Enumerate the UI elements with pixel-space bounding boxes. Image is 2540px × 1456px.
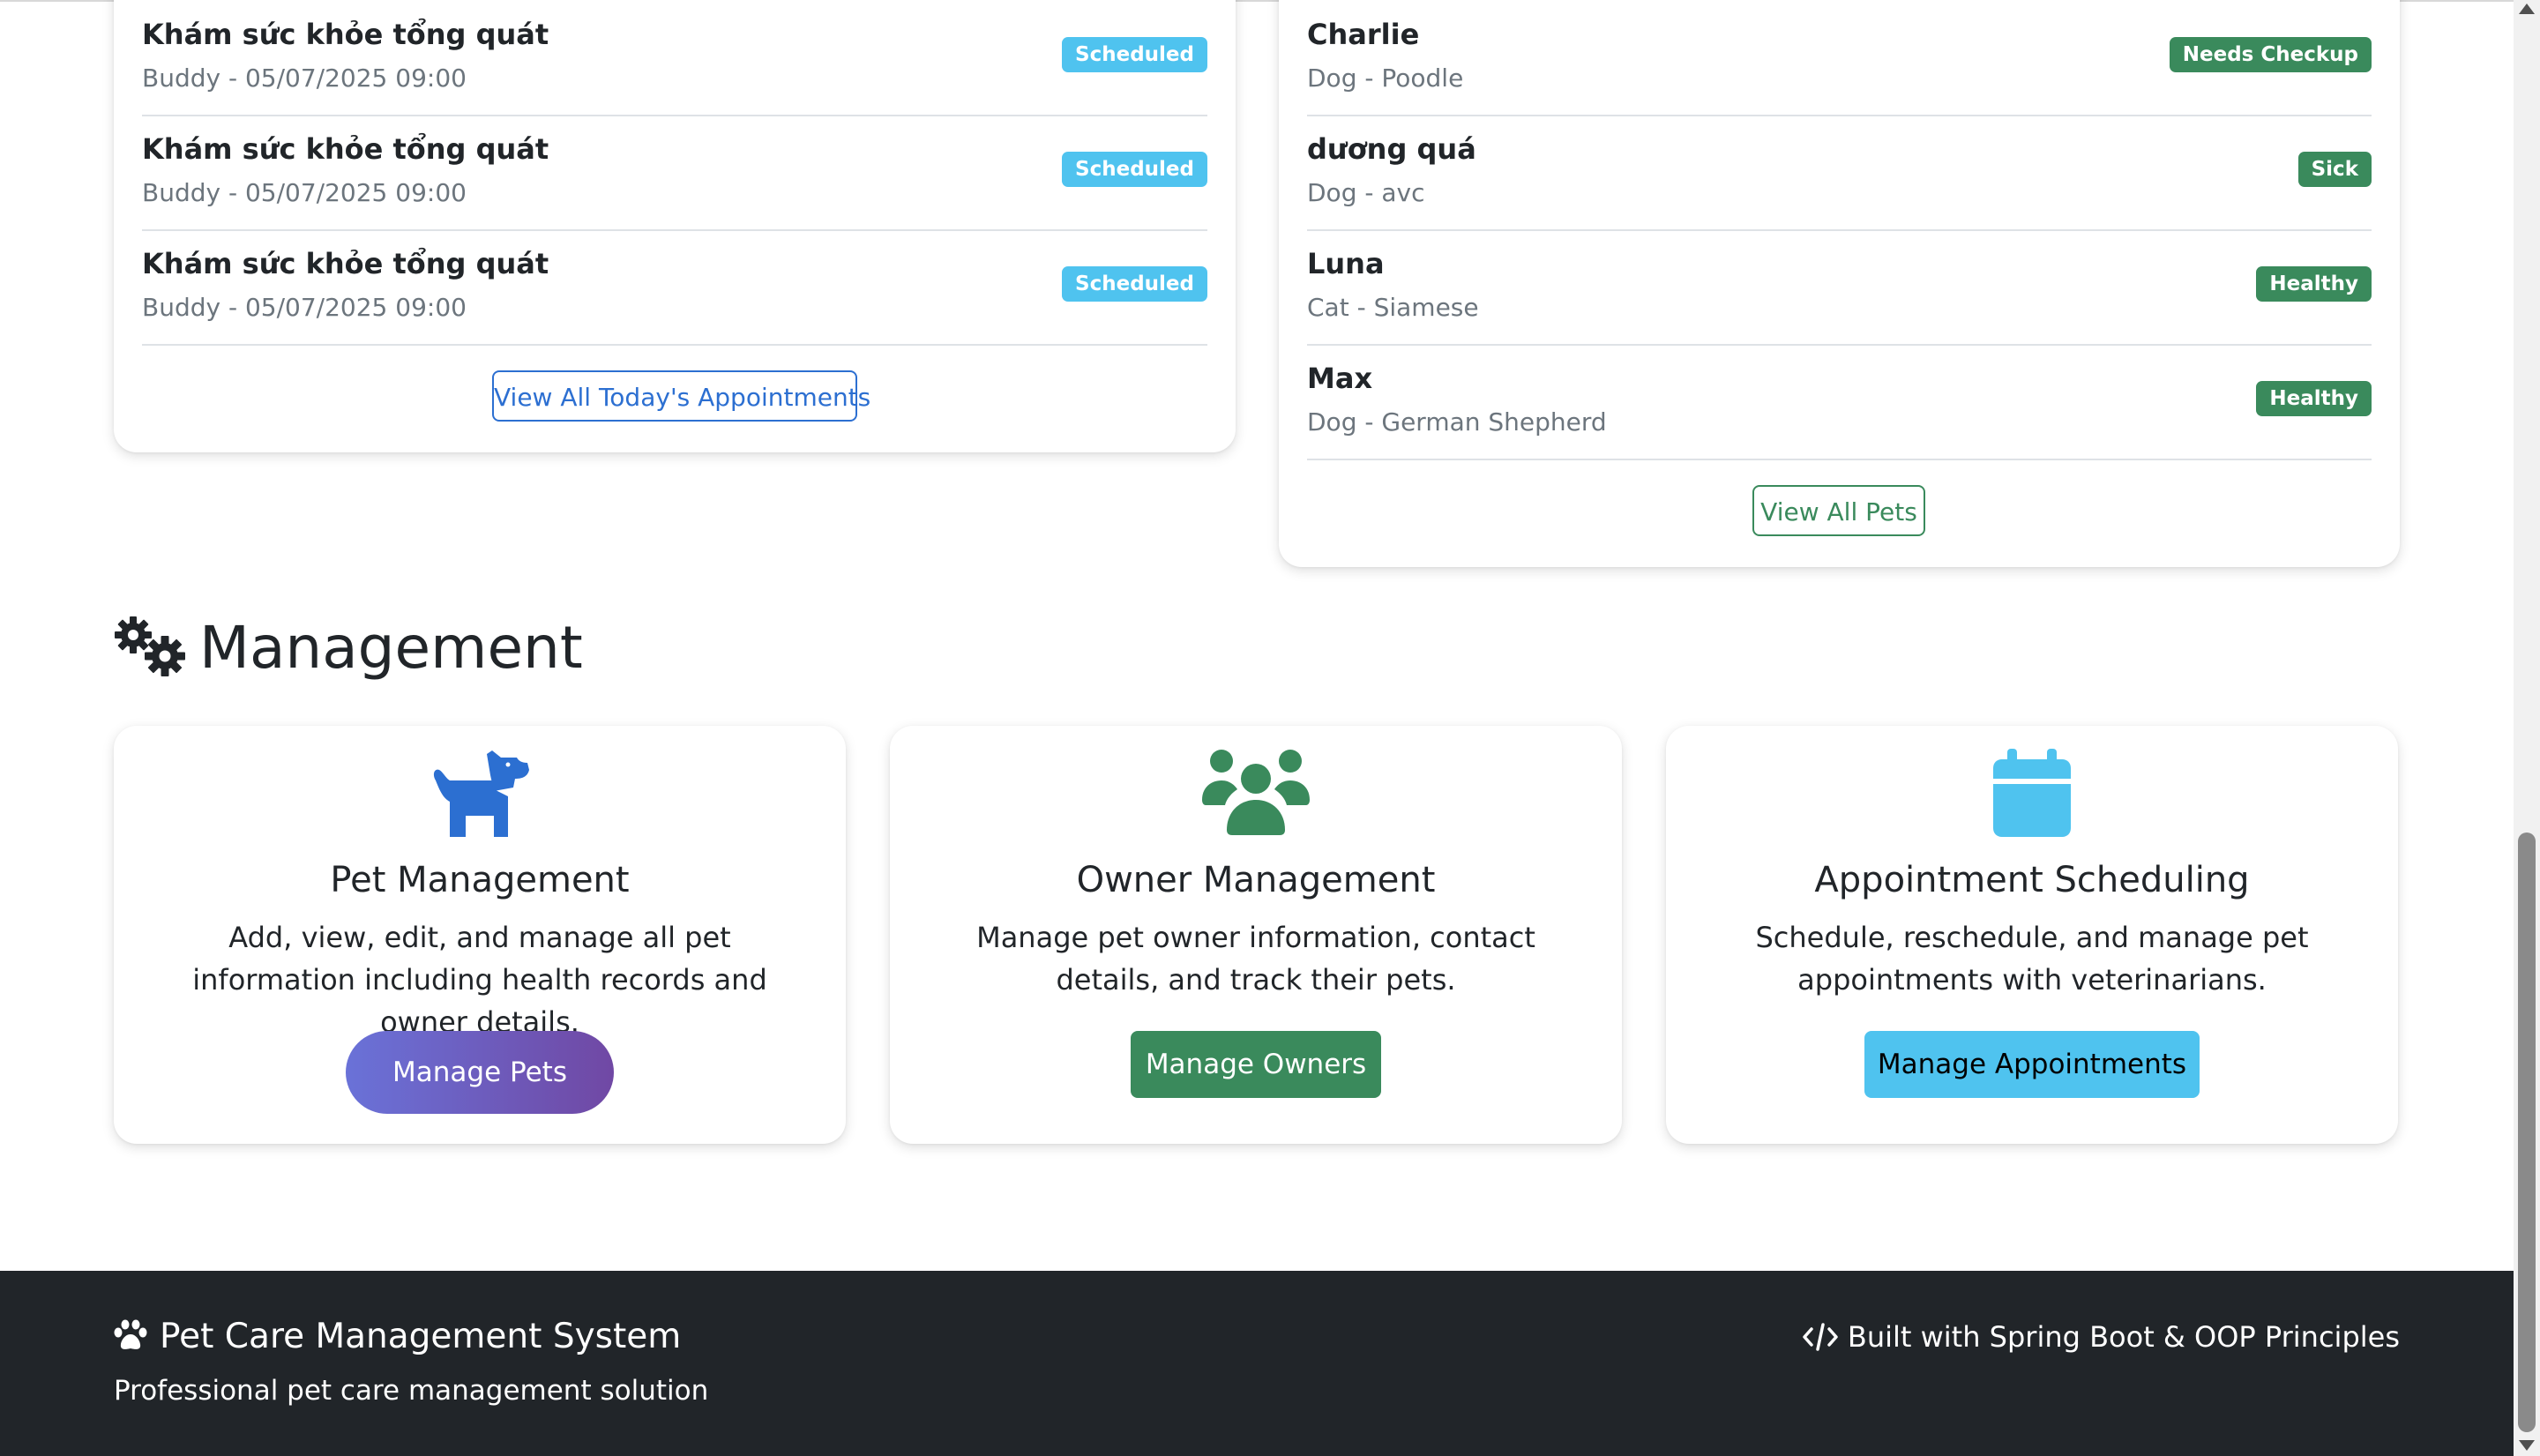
manage-appointments-button[interactable]: Manage Appointments [1864,1031,2200,1098]
appointment-item[interactable]: Khám sức khỏe tổng quát Buddy - 05/07/20… [142,0,1207,116]
status-badge: Scheduled [1062,37,1207,72]
status-badge: Healthy [2256,266,2372,302]
pet-subtitle: Dog - German Shepherd [1307,407,1607,437]
dog-icon [433,750,529,837]
status-badge: Scheduled [1062,266,1207,302]
appointment-scheduling-card: Appointment Scheduling Schedule, resched… [1666,726,2398,1144]
pet-item[interactable]: dương quá Dog - avc Sick [1307,115,2372,231]
appointment-subtitle: Buddy - 05/07/2025 09:00 [142,178,467,207]
appointment-title: Khám sức khỏe tổng quát [142,132,549,166]
manage-owners-button[interactable]: Manage Owners [1131,1031,1381,1098]
card-description: Manage pet owner information, contact de… [976,921,1535,997]
pet-subtitle: Dog - avc [1307,178,1425,207]
footer-built-with: Built with Spring Boot & OOP Principles [1802,1320,2400,1354]
pet-item[interactable]: Max Dog - German Shepherd Healthy [1307,344,2372,460]
pet-subtitle: Dog - Poodle [1307,63,1464,93]
pet-item[interactable]: Luna Cat - Siamese Healthy [1307,229,2372,346]
pet-management-card: Pet Management Add, view, edit, and mana… [114,726,846,1144]
code-icon [1803,1323,1838,1351]
pet-item[interactable]: Charlie Dog - Poodle Needs Checkup [1307,0,2372,116]
footer-brand-text: Pet Care Management System [160,1317,682,1356]
status-badge: Healthy [2256,381,2372,416]
view-all-pets-button[interactable]: View All Pets [1752,485,1925,536]
view-all-appointments-button[interactable]: View All Today's Appointments [492,370,870,422]
pet-name: Luna [1307,247,1385,280]
appointment-title: Khám sức khỏe tổng quát [142,247,549,280]
calendar-icon [1993,749,2071,837]
status-badge: Needs Checkup [2169,37,2372,72]
appointment-item[interactable]: Khám sức khỏe tổng quát Buddy - 05/07/20… [142,229,1207,346]
status-badge: Sick [2297,152,2372,187]
vertical-scrollbar[interactable] [2514,0,2540,1456]
users-icon [1202,750,1310,835]
appointment-subtitle: Buddy - 05/07/2025 09:00 [142,63,467,93]
card-description: Schedule, reschedule, and manage pet app… [1755,921,2309,997]
pet-name: Charlie [1307,18,1420,51]
pet-name: dương quá [1307,132,1476,166]
owner-management-card: Owner Management Manage pet owner inform… [890,726,1622,1144]
manage-pets-button[interactable]: Manage Pets [346,1031,614,1114]
pet-name: Max [1307,362,1373,395]
appointment-subtitle: Buddy - 05/07/2025 09:00 [142,293,467,322]
card-title: Owner Management [1076,860,1436,900]
card-title: Appointment Scheduling [1814,860,2250,900]
footer-built-with-text: Built with Spring Boot & OOP Principles [1847,1320,2400,1354]
status-badge: Scheduled [1062,152,1207,187]
appointment-item[interactable]: Khám sức khỏe tổng quát Buddy - 05/07/20… [142,115,1207,231]
footer-tagline: Professional pet care management solutio… [114,1375,709,1407]
scrollbar-thumb[interactable] [2518,833,2536,1432]
gears-icon [115,616,185,676]
footer-brand: Pet Care Management System [114,1317,681,1356]
footer: Pet Care Management System Professional … [0,1271,2514,1456]
paw-icon [114,1319,147,1349]
scroll-down-arrow-icon[interactable] [2519,1440,2535,1451]
card-description: Add, view, edit, and manage all pet info… [192,921,767,1039]
scroll-up-arrow-icon[interactable] [2519,4,2535,14]
appointment-title: Khám sức khỏe tổng quát [142,18,549,51]
pet-subtitle: Cat - Siamese [1307,293,1479,322]
management-title: Management [199,614,583,682]
recent-pets-card: Charlie Dog - Poodle Needs Checkup dương… [1279,0,2400,567]
card-title: Pet Management [330,860,630,900]
todays-appointments-card: Khám sức khỏe tổng quát Buddy - 05/07/20… [114,0,1236,452]
